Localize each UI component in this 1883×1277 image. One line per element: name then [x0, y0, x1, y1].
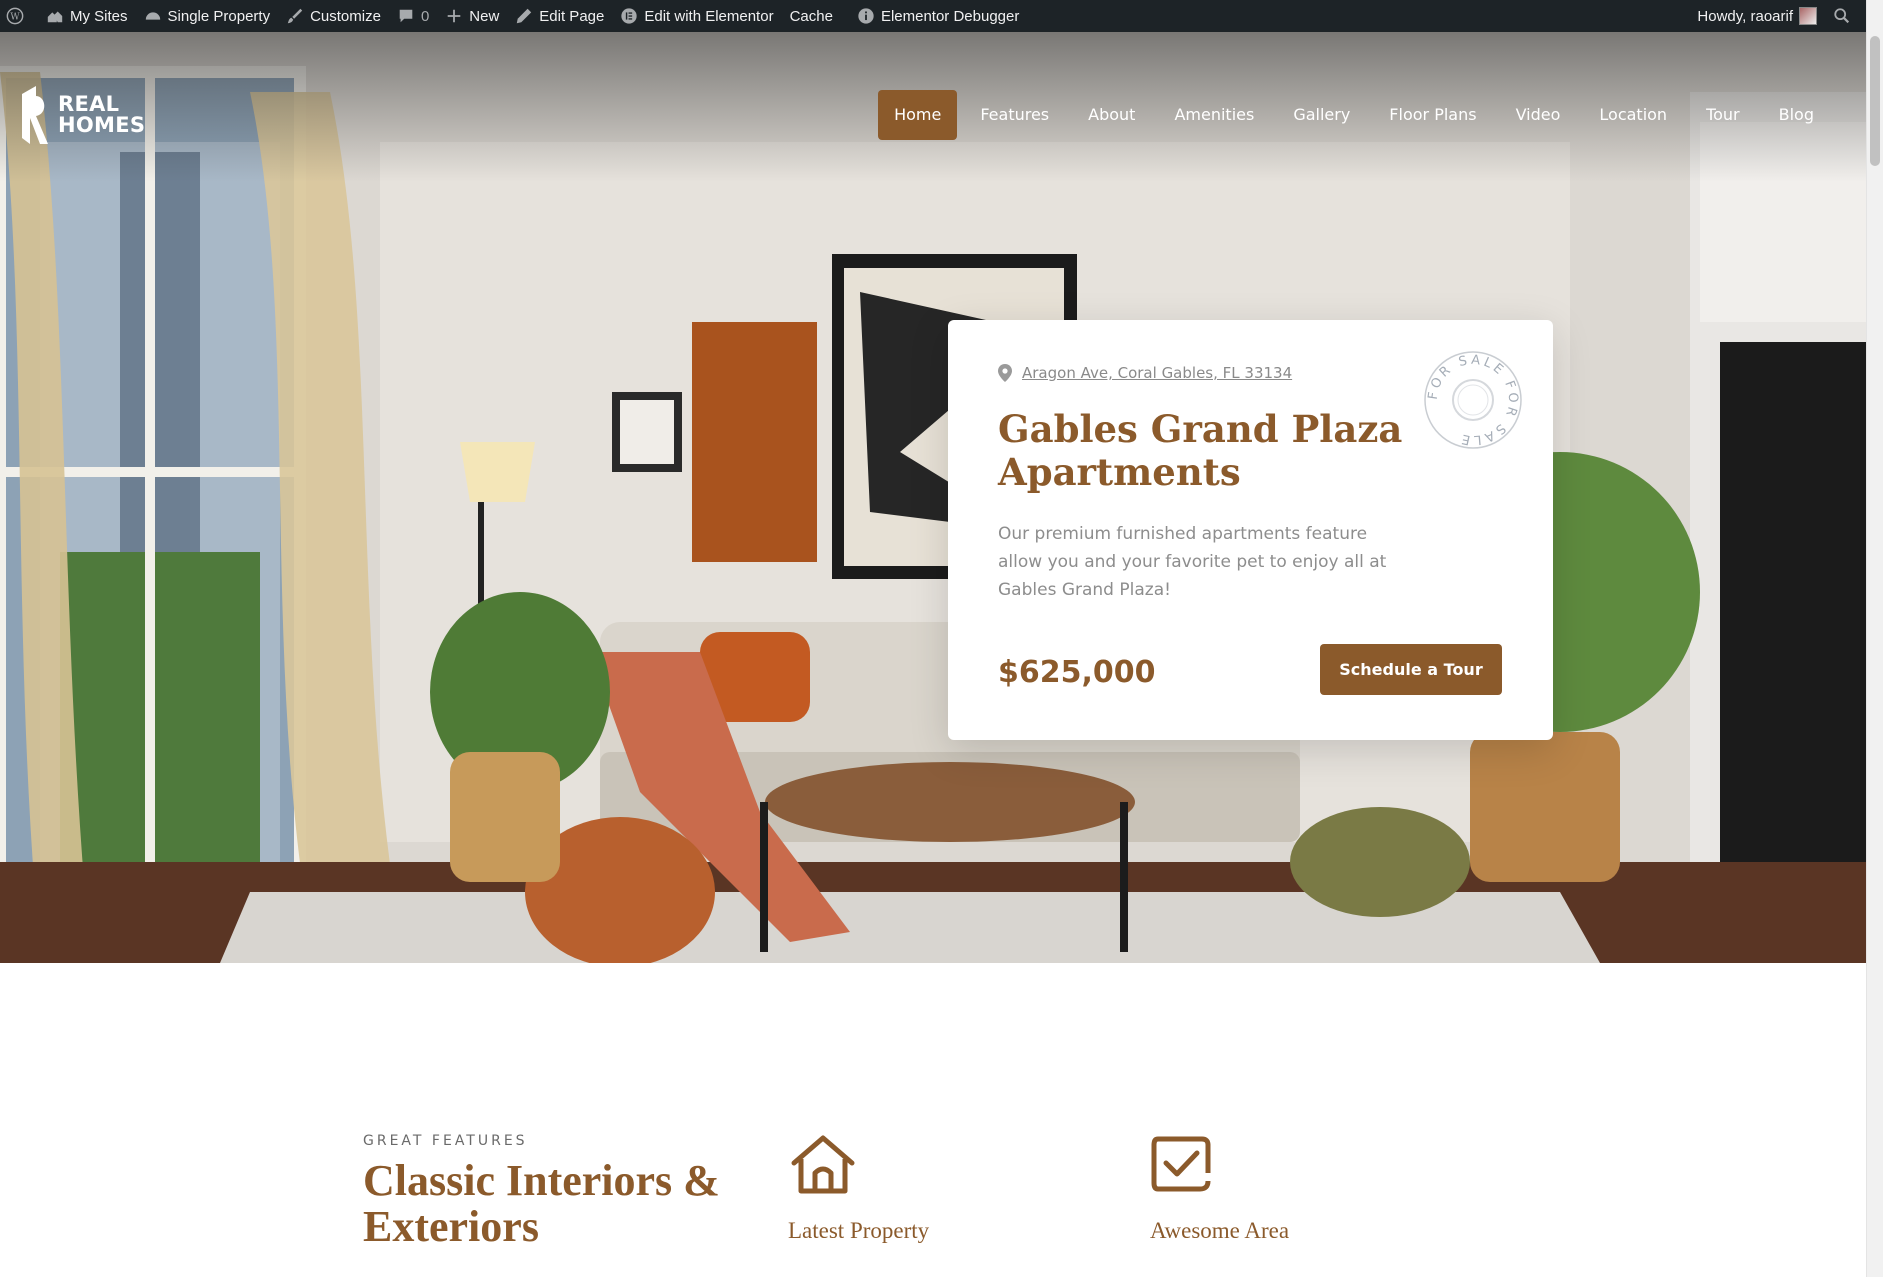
checkbox-icon — [1151, 1136, 1211, 1192]
real-homes-logo-icon — [22, 86, 48, 144]
nav-blog[interactable]: Blog — [1763, 90, 1830, 140]
admin-account[interactable]: Howdy, raoarif — [1689, 0, 1825, 32]
schedule-tour-button[interactable]: Schedule a Tour — [1320, 644, 1502, 695]
feature-latest-property: Latest Property — [788, 1133, 929, 1244]
admin-cache-label: Cache — [789, 7, 833, 25]
logo-line-2: HOMES — [58, 113, 146, 137]
feature-awesome-area: Awesome Area — [1150, 1133, 1289, 1244]
admin-edit-page-label: Edit Page — [539, 7, 605, 25]
main-navigation: Home Features About Amenities Gallery Fl… — [871, 90, 1830, 140]
nav-gallery[interactable]: Gallery — [1277, 90, 1366, 140]
for-sale-stamp-icon: FOR SALE FOR SALE — [1424, 351, 1522, 449]
logo-line-1: REAL — [58, 92, 120, 116]
admin-elementor-debugger[interactable]: Elementor Debugger — [849, 0, 1027, 32]
wordpress-logo-icon: W — [6, 7, 24, 25]
admin-new-label: New — [469, 7, 500, 25]
hero-section: REAL HOMES Home Features About Amenities… — [0, 32, 1866, 963]
house-icon — [791, 1135, 855, 1194]
property-title: Gables Grand Plaza Apartments — [998, 407, 1403, 494]
page-scrollbar[interactable] — [1866, 0, 1883, 1277]
info-icon — [857, 7, 875, 25]
home-gauge-icon — [144, 7, 162, 25]
admin-site-name[interactable]: Single Property — [136, 0, 279, 32]
svg-text:FOR SALE FOR SALE: FOR SALE FOR SALE — [1426, 353, 1520, 448]
elementor-icon — [620, 7, 638, 25]
admin-site-name-label: Single Property — [167, 7, 271, 25]
svg-text:W: W — [10, 13, 20, 23]
wp-admin-bar: W My Sites Single Property Customize 0 N… — [0, 0, 1883, 32]
admin-my-sites[interactable]: My Sites — [38, 0, 136, 32]
admin-howdy-label: Howdy, raoarif — [1697, 7, 1793, 25]
pencil-icon — [515, 7, 533, 25]
admin-elementor-debugger-label: Elementor Debugger — [880, 7, 1020, 25]
nav-video[interactable]: Video — [1500, 90, 1577, 140]
features-title: Classic Interiors & Exteriors — [363, 1156, 720, 1251]
nav-floor-plans[interactable]: Floor Plans — [1373, 90, 1492, 140]
map-pin-icon — [998, 364, 1012, 382]
admin-edit-elementor[interactable]: Edit with Elementor — [612, 0, 781, 32]
admin-edit-elementor-label: Edit with Elementor — [644, 7, 774, 25]
admin-new[interactable]: New — [437, 0, 507, 32]
admin-comments[interactable]: 0 — [389, 0, 437, 32]
wordpress-logo-button[interactable]: W — [0, 0, 38, 32]
scrollbar-thumb[interactable] — [1870, 36, 1880, 166]
site-logo[interactable]: REAL HOMES — [20, 86, 145, 144]
property-card: Aragon Ave, Coral Gables, FL 33134 Gable… — [948, 320, 1553, 740]
feature-title: Latest Property — [788, 1218, 930, 1243]
nav-location[interactable]: Location — [1583, 90, 1683, 140]
admin-comments-count: 0 — [420, 7, 430, 25]
nav-home[interactable]: Home — [878, 90, 958, 140]
nav-amenities[interactable]: Amenities — [1158, 90, 1270, 140]
search-icon — [1833, 7, 1851, 25]
features-section: GREAT FEATURES Classic Interiors & Exter… — [0, 963, 1866, 1277]
admin-customize-label: Customize — [310, 7, 381, 25]
property-description: Our premium furnished apartments feature… — [998, 524, 1387, 600]
paint-brush-icon — [286, 7, 304, 25]
avatar — [1799, 7, 1817, 25]
feature-title: Awesome Area — [1150, 1218, 1290, 1243]
nav-tour[interactable]: Tour — [1690, 90, 1756, 140]
features-eyebrow: GREAT FEATURES — [363, 1133, 528, 1149]
property-price: $625,000 — [998, 655, 1156, 690]
admin-my-sites-label: My Sites — [70, 7, 128, 25]
my-sites-icon — [46, 7, 64, 25]
plus-icon — [445, 7, 463, 25]
nav-about[interactable]: About — [1072, 90, 1151, 140]
admin-edit-page[interactable]: Edit Page — [507, 0, 612, 32]
comment-icon — [397, 7, 415, 25]
nav-features[interactable]: Features — [964, 90, 1065, 140]
admin-cache[interactable]: Cache — [782, 0, 841, 32]
admin-customize[interactable]: Customize — [278, 0, 389, 32]
stamp-text: FOR SALE FOR SALE — [1426, 353, 1517, 448]
property-address: Aragon Ave, Coral Gables, FL 33134 — [1022, 364, 1293, 382]
